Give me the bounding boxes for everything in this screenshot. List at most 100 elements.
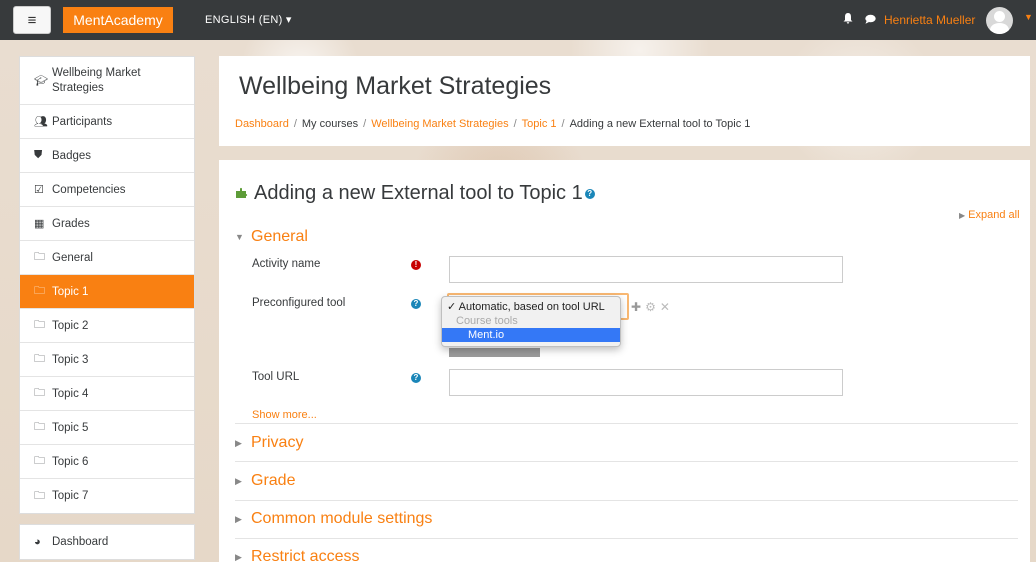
sidebar-item-dashboard[interactable]: ◕ Dashboard xyxy=(20,525,194,559)
section-restrict-title: Restrict access xyxy=(251,548,360,562)
graduation-cap-icon: 🎓︎ xyxy=(34,75,48,87)
sidebar-item-general[interactable]: 🗀 General xyxy=(20,241,194,275)
help-icon[interactable]: ? xyxy=(411,373,421,383)
dropdown-option-automatic[interactable]: ✓ Automatic, based on tool URL xyxy=(442,300,620,314)
menu-toggle-button[interactable]: ≡ xyxy=(13,6,51,34)
show-more-link[interactable]: Show more... xyxy=(252,409,317,421)
avatar[interactable] xyxy=(986,7,1013,34)
sidebar-item-grades[interactable]: ▦ Grades xyxy=(20,207,194,241)
language-menu[interactable]: ENGLISH (EN) ▾ xyxy=(205,13,292,26)
help-icon[interactable]: ? xyxy=(584,188,595,199)
sidebar-item-label: Topic 4 xyxy=(52,387,89,400)
breadcrumb-course[interactable]: Wellbeing Market Strategies xyxy=(371,118,508,130)
sidebar-item-participants[interactable]: 👥︎ Participants xyxy=(20,105,194,139)
activity-name-input[interactable] xyxy=(449,256,843,283)
form-title-text: Adding a new External tool to Topic 1 xyxy=(254,182,583,204)
sidebar-item-course[interactable]: 🎓︎ Wellbeing Market Strategies xyxy=(20,57,194,105)
sidebar-item-label: Topic 5 xyxy=(52,421,89,434)
chat-icon[interactable] xyxy=(865,13,876,27)
sidebar-item-label: Wellbeing Market Strategies xyxy=(52,66,141,94)
sidebar-item-competencies[interactable]: ☑ Competencies xyxy=(20,173,194,207)
folder-icon: 🗀 xyxy=(34,455,45,467)
user-name[interactable]: Henrietta Mueller xyxy=(884,13,975,27)
breadcrumb-topic[interactable]: Topic 1 xyxy=(522,118,557,130)
sidebar-item-label: Grades xyxy=(52,217,90,230)
expand-all-link[interactable]: ▶ Expand all xyxy=(959,209,1020,221)
sidebar-item-topic-2[interactable]: 🗀 Topic 2 xyxy=(20,309,194,343)
breadcrumb-dashboard[interactable]: Dashboard xyxy=(235,118,289,130)
plus-icon[interactable]: ✚ xyxy=(631,300,645,314)
check-square-icon: ☑ xyxy=(34,184,44,196)
users-icon: 👥︎ xyxy=(34,116,48,128)
sidebar-item-badges[interactable]: ⛊ Badges xyxy=(20,139,194,173)
hamburger-icon: ≡ xyxy=(27,11,37,29)
dropdown-option-ment-io[interactable]: Ment.io xyxy=(442,328,620,342)
main-content: Adding a new External tool to Topic 1 ? … xyxy=(219,160,1030,562)
close-icon[interactable]: ✕ xyxy=(660,300,674,314)
chevron-down-icon[interactable]: ▼ xyxy=(1024,12,1033,22)
preconfigured-tool-label: Preconfigured tool xyxy=(252,297,346,309)
page-title: Wellbeing Market Strategies xyxy=(239,72,552,100)
tool-actions: ✚⚙✕ xyxy=(631,300,674,314)
shield-icon: ⛊ xyxy=(34,149,43,161)
section-restrict-header[interactable]: ▶ Restrict access xyxy=(235,548,359,562)
sidebar-item-topic-3[interactable]: 🗀 Topic 3 xyxy=(20,343,194,377)
folder-icon: 🗀 xyxy=(34,353,45,365)
folder-icon: 🗀 xyxy=(34,251,45,263)
section-general-title: General xyxy=(251,228,308,245)
sidebar-item-label: General xyxy=(52,251,93,264)
sidebar-item-topic-6[interactable]: 🗀 Topic 6 xyxy=(20,445,194,479)
sidebar-item-label: Badges xyxy=(52,149,92,162)
sidebar-item-label: Topic 6 xyxy=(52,455,89,468)
sidebar-item-topic-7[interactable]: 🗀 Topic 7 xyxy=(20,479,194,513)
section-general-header[interactable]: ▼ General xyxy=(235,228,308,246)
help-icon[interactable]: ? xyxy=(411,299,421,309)
site-brand[interactable]: MentAcademy xyxy=(63,7,173,33)
caret-right-icon: ▶ xyxy=(235,437,242,448)
section-privacy-header[interactable]: ▶ Privacy xyxy=(235,434,303,452)
puzzle-icon xyxy=(234,185,250,203)
sidebar-item-label: Topic 3 xyxy=(52,353,89,366)
page-header: Wellbeing Market Strategies Dashboard / … xyxy=(219,56,1030,146)
activity-name-label: Activity name xyxy=(252,258,321,270)
breadcrumb-current: Adding a new External tool to Topic 1 xyxy=(569,118,751,130)
sidebar-item-label: Competencies xyxy=(52,183,126,196)
section-privacy-title: Privacy xyxy=(251,434,304,451)
bell-icon[interactable] xyxy=(843,13,853,27)
form-title: Adding a new External tool to Topic 1 ? xyxy=(234,182,595,205)
site-nav: ◕ Dashboard xyxy=(19,524,195,560)
sidebar-item-label: Participants xyxy=(52,115,113,128)
sidebar-item-label: Topic 1 xyxy=(52,285,89,298)
course-nav: 🎓︎ Wellbeing Market Strategies 👥︎ Partic… xyxy=(19,56,195,514)
sidebar-item-topic-1[interactable]: 🗀 Topic 1 xyxy=(20,275,194,309)
caret-down-icon: ▼ xyxy=(235,232,244,242)
gear-icon[interactable]: ⚙ xyxy=(645,300,660,314)
dashboard-icon: ◕ xyxy=(34,536,41,548)
sidebar-item-topic-4[interactable]: 🗀 Topic 4 xyxy=(20,377,194,411)
sidebar: 🎓︎ Wellbeing Market Strategies 👥︎ Partic… xyxy=(19,56,195,560)
breadcrumb: Dashboard / My courses / Wellbeing Marke… xyxy=(235,118,751,130)
caret-right-icon: ▶ xyxy=(959,211,966,220)
sidebar-item-topic-5[interactable]: 🗀 Topic 5 xyxy=(20,411,194,445)
sidebar-item-label: Dashboard xyxy=(52,536,109,548)
dropdown-group-course-tools: Course tools xyxy=(456,315,518,327)
breadcrumb-my-courses: My courses xyxy=(301,118,359,130)
select-content-button[interactable] xyxy=(449,348,540,357)
section-grade-header[interactable]: ▶ Grade xyxy=(235,472,295,490)
section-grade-title: Grade xyxy=(251,472,296,489)
folder-icon: 🗀 xyxy=(34,387,45,399)
preconfigured-tool-dropdown[interactable]: ✓ Automatic, based on tool URL Course to… xyxy=(441,296,621,347)
required-icon: ! xyxy=(411,260,421,270)
sidebar-item-label: Topic 7 xyxy=(52,490,89,502)
tool-url-label: Tool URL xyxy=(252,371,300,383)
table-icon: ▦ xyxy=(34,218,45,230)
divider xyxy=(235,500,1018,501)
section-common-header[interactable]: ▶ Common module settings xyxy=(235,510,432,528)
folder-icon: 🗀 xyxy=(34,319,45,331)
tool-url-input[interactable] xyxy=(449,369,843,396)
divider xyxy=(235,538,1018,539)
expand-all-label: Expand all xyxy=(968,209,1020,221)
divider xyxy=(235,423,1018,424)
section-common-title: Common module settings xyxy=(251,510,433,527)
caret-right-icon: ▶ xyxy=(235,475,242,486)
